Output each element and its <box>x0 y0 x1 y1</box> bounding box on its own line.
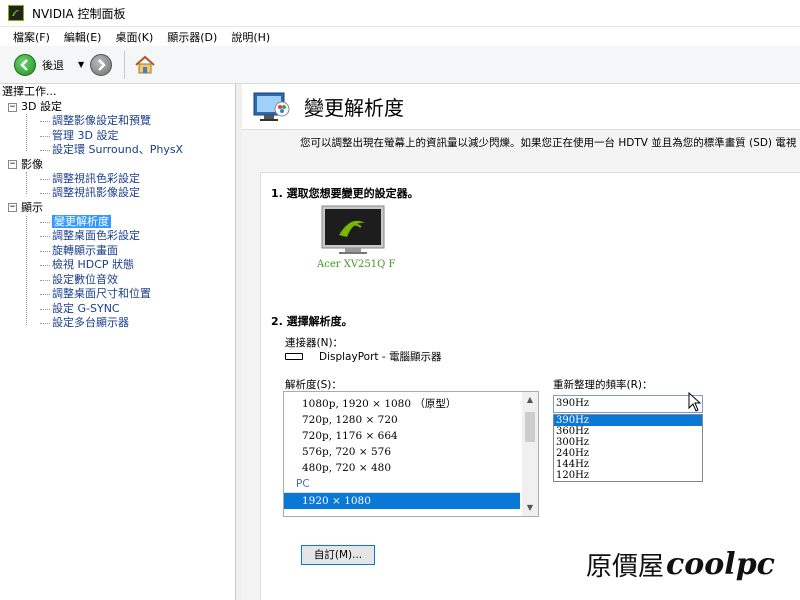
menu-desktop[interactable]: 桌面(K) <box>108 29 160 45</box>
list-item[interactable]: 1080p, 1920 × 1080 （原型） <box>284 396 538 412</box>
refresh-option[interactable]: 300Hz <box>554 437 702 448</box>
tree-item-hdcp-status[interactable]: 檢視 HDCP 狀態 <box>4 258 235 273</box>
step2-heading: 2. 選擇解析度。 <box>271 315 353 328</box>
refresh-rate-label: 重新整理的頻率(R)： <box>553 379 653 391</box>
resolution-listbox[interactable]: 1080p, 1920 × 1080 （原型） 720p, 1280 × 720… <box>283 391 539 517</box>
step1-heading: 1. 選取您想要變更的設定器。 <box>271 187 419 200</box>
back-button-label[interactable]: 後退 <box>42 57 64 73</box>
watermark-text: 原價屋 <box>586 552 665 582</box>
listbox-scrollbar[interactable]: ▲ ▼ <box>522 392 538 516</box>
nvidia-logo-icon <box>8 5 24 21</box>
refresh-rate-dropdown-list: 390Hz 360Hz 300Hz 240Hz 144Hz 120Hz <box>553 414 703 482</box>
tree-item-manage-3d[interactable]: 管理 3D 設定 <box>4 129 235 144</box>
refresh-rate-select[interactable]: 390Hz <box>553 395 703 413</box>
menu-file[interactable]: 檔案(F) <box>6 29 57 45</box>
tree-item-desktop-color[interactable]: 調整桌面色彩設定 <box>4 229 235 244</box>
tree-item-video-image[interactable]: 調整視訊影像設定 <box>4 186 235 201</box>
refresh-option[interactable]: 120Hz <box>554 470 702 481</box>
displayport-icon <box>285 353 303 360</box>
tree-category-3d[interactable]: − 3D 設定 <box>4 100 235 114</box>
tree-item-desktop-size[interactable]: 調整桌面尺寸和位置 <box>4 287 235 302</box>
menu-help[interactable]: 說明(H) <box>224 29 277 45</box>
refresh-option[interactable]: 240Hz <box>554 448 702 459</box>
list-group-pc: PC <box>284 476 520 493</box>
tree-item-surround-physx[interactable]: 設定環 Surround、PhysX <box>4 143 235 158</box>
window-title: NVIDIA 控制面板 <box>32 6 126 21</box>
tree-item-image-settings[interactable]: 調整影像設定和預覽 <box>4 114 235 129</box>
task-navigation-panel: 選擇工作... − 3D 設定 調整影像設定和預覽 管理 3D 設定 設定環 S… <box>0 84 236 600</box>
toolbar: 後退 ▼ <box>0 46 800 84</box>
tree-category-video[interactable]: − 影像 <box>4 158 235 172</box>
collapse-icon[interactable]: − <box>8 203 17 212</box>
refresh-option[interactable]: 360Hz <box>554 426 702 437</box>
customize-button[interactable]: 自訂(M)... <box>301 545 375 565</box>
scroll-down-icon[interactable]: ▼ <box>522 500 538 516</box>
content-panel: 變更解析度 您可以調整出現在螢幕上的資訊量以減少閃爍。如果您正在使用一台 HDT… <box>242 84 800 600</box>
monitor-icon[interactable] <box>321 205 385 255</box>
forward-arrow-icon[interactable] <box>90 53 113 76</box>
list-item[interactable]: 720p, 1280 × 720 <box>284 412 538 428</box>
page-banner: 變更解析度 <box>242 84 800 130</box>
list-item[interactable]: 720p, 1176 × 664 <box>284 428 538 444</box>
back-arrow-icon[interactable] <box>14 53 36 76</box>
menu-display[interactable]: 顯示器(D) <box>160 29 224 45</box>
history-dropdown-icon[interactable]: ▼ <box>78 60 84 69</box>
refresh-option[interactable]: 390Hz <box>554 415 702 426</box>
mouse-cursor-icon <box>688 392 702 412</box>
list-item[interactable]: 576p, 720 × 576 <box>284 444 538 460</box>
menu-edit[interactable]: 編輯(E) <box>57 29 109 45</box>
watermark-brand: coolpc <box>666 547 775 582</box>
collapse-icon[interactable]: − <box>8 160 17 169</box>
home-icon[interactable] <box>133 53 157 77</box>
category-label: 顯示 <box>21 200 43 214</box>
connector-value: DisplayPort - 電腦顯示器 <box>319 351 442 363</box>
tree-category-display[interactable]: − 顯示 <box>4 201 235 215</box>
toolbar-separator <box>124 50 126 79</box>
tree-item-change-resolution[interactable]: 變更解析度 <box>4 214 235 230</box>
task-tree: − 3D 設定 調整影像設定和預覽 管理 3D 設定 設定環 Surround、… <box>0 100 235 331</box>
refresh-option[interactable]: 144Hz <box>554 459 702 470</box>
page-title: 變更解析度 <box>304 96 404 120</box>
monitor-name[interactable]: Acer XV251Q F <box>317 259 395 270</box>
scroll-thumb[interactable] <box>525 412 535 442</box>
tree-item-rotate-display[interactable]: 旋轉顯示畫面 <box>4 244 235 259</box>
settings-section: 1. 選取您想要變更的設定器。 Acer XV251Q F 2. 選擇解析度。 … <box>260 172 800 600</box>
tree-item-digital-audio[interactable]: 設定數位音效 <box>4 273 235 288</box>
connector-label: 連接器(N)： <box>285 337 344 349</box>
page-description: 您可以調整出現在螢幕上的資訊量以減少閃爍。如果您正在使用一台 HDTV 並且為您… <box>300 137 797 149</box>
category-label: 3D 設定 <box>21 100 62 113</box>
resolution-label: 解析度(S)： <box>285 379 342 391</box>
tree-item-gsync[interactable]: 設定 G-SYNC <box>4 302 235 317</box>
connector-row: DisplayPort - 電腦顯示器 <box>285 349 441 364</box>
display-settings-icon <box>253 92 290 121</box>
watermark: 原價屋 coolpc <box>586 546 775 583</box>
collapse-icon[interactable]: − <box>8 102 17 112</box>
tree-item-video-color[interactable]: 調整視訊色彩設定 <box>4 172 235 187</box>
category-label: 影像 <box>21 157 43 171</box>
scroll-up-icon[interactable]: ▲ <box>522 392 538 408</box>
list-item-selected[interactable]: 1920 × 1080 <box>284 493 520 509</box>
title-bar: NVIDIA 控制面板 <box>0 0 800 27</box>
list-item[interactable]: 480p, 720 × 480 <box>284 460 538 476</box>
task-list-header: 選擇工作... <box>2 85 57 98</box>
menu-bar: 檔案(F) 編輯(E) 桌面(K) 顯示器(D) 說明(H) <box>0 27 800 46</box>
tree-item-multi-display[interactable]: 設定多台顯示器 <box>4 316 235 331</box>
